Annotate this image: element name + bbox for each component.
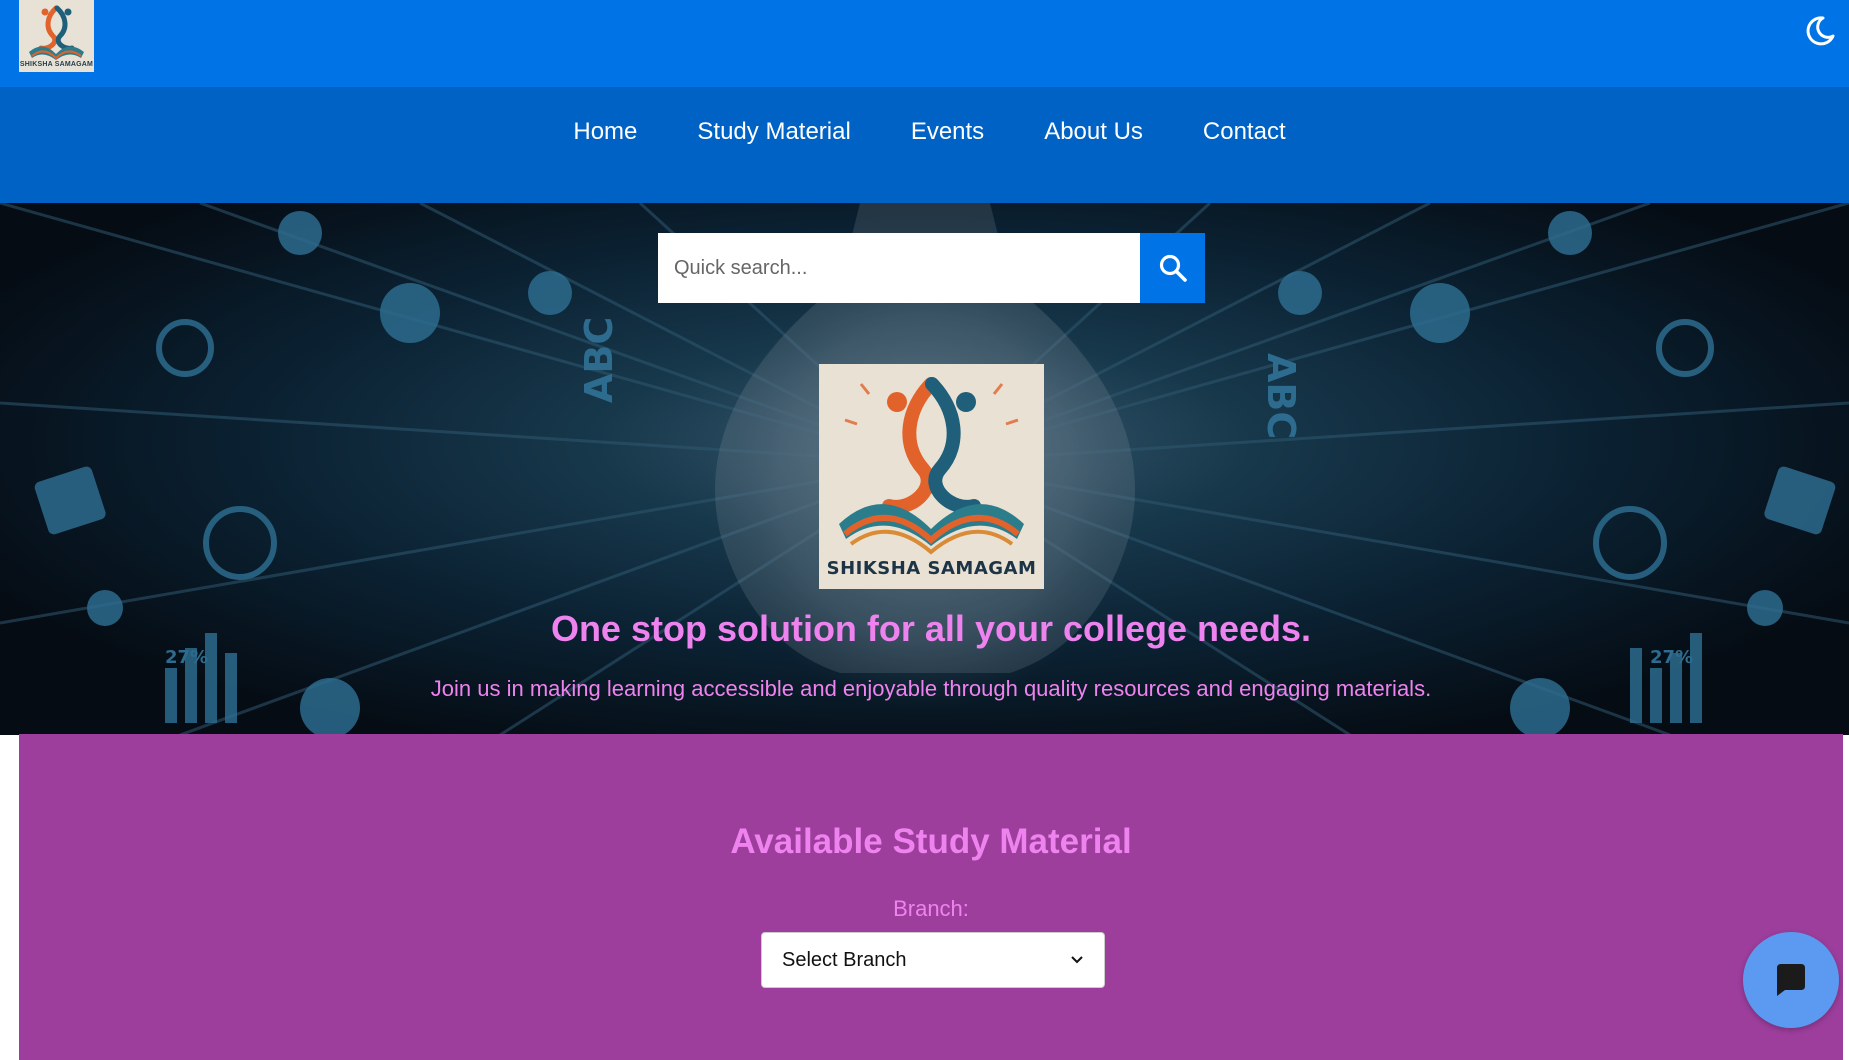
- nav-contact[interactable]: Contact: [1203, 118, 1286, 146]
- section-title: Available Study Material: [730, 822, 1132, 861]
- top-bar: SHIKSHA SAMAGAM: [0, 0, 1849, 87]
- bg-abc-right: ABC: [1259, 353, 1303, 439]
- search-icon: [1159, 254, 1187, 282]
- main-navigation: Home Study Material Events About Us Cont…: [0, 87, 1849, 203]
- branch-label: Branch:: [893, 896, 969, 921]
- hero-subtagline: Join us in making learning accessible an…: [430, 676, 1432, 701]
- chevron-down-icon: [1071, 956, 1083, 964]
- quick-search: [658, 233, 1205, 303]
- chat-bubble-icon: [1777, 964, 1805, 996]
- nav-home[interactable]: Home: [573, 118, 637, 146]
- hero-logo: SHIKSHA SAMAGAM: [819, 364, 1044, 589]
- branch-select-value: Select Branch: [782, 948, 907, 971]
- book-emblem-icon: [839, 377, 1024, 555]
- hero-logo-label: SHIKSHA SAMAGAM: [826, 558, 1037, 579]
- study-material-section: Available Study Material Branch: Select …: [19, 734, 1843, 1060]
- moon-icon: [1806, 16, 1835, 46]
- site-logo[interactable]: SHIKSHA SAMAGAM: [19, 0, 94, 72]
- branch-select[interactable]: Select Branch: [761, 932, 1105, 988]
- theme-toggle-button[interactable]: [1803, 14, 1837, 48]
- bg-percent-left: 27%: [165, 647, 208, 668]
- logo-label: SHIKSHA SAMAGAM: [19, 61, 94, 68]
- search-input[interactable]: [658, 233, 1140, 303]
- bg-percent-right: 27%: [1650, 647, 1693, 668]
- search-button[interactable]: [1140, 233, 1205, 303]
- nav-study-material[interactable]: Study Material: [697, 118, 850, 146]
- hero-tagline: One stop solution for all your college n…: [550, 608, 1312, 649]
- nav-list: Home Study Material Events About Us Cont…: [0, 87, 1849, 177]
- bg-abc-left: ABC: [577, 317, 621, 403]
- nav-events[interactable]: Events: [911, 118, 984, 146]
- nav-about-us[interactable]: About Us: [1044, 118, 1143, 146]
- chat-button[interactable]: [1743, 932, 1839, 1028]
